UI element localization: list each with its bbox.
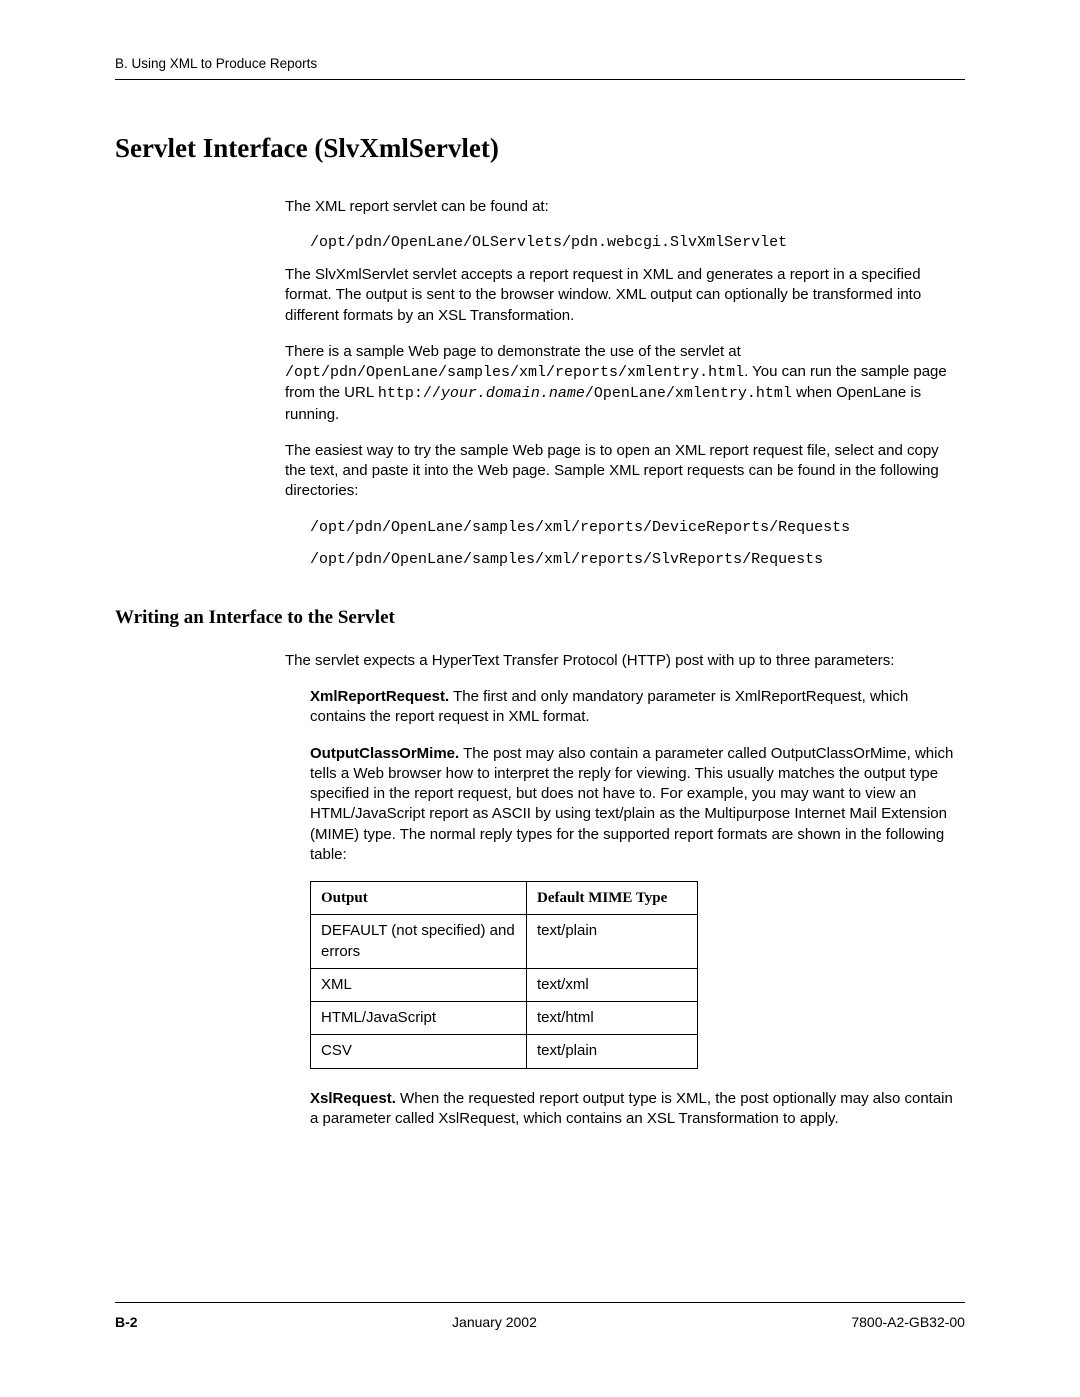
param-text: The post may also contain a parameter ca… (310, 745, 953, 863)
table-header-row: Output Default MIME Type (311, 882, 698, 915)
table-row: HTML/JavaScript text/html (311, 1002, 698, 1035)
param-xslrequest: XslRequest. When the requested report ou… (310, 1089, 960, 1130)
subsection-intro: The servlet expects a HyperText Transfer… (285, 651, 960, 671)
mime-type-table: Output Default MIME Type DEFAULT (not sp… (310, 881, 698, 1069)
sample-page-paragraph: There is a sample Web page to demonstrat… (285, 342, 960, 425)
param-outputclassormime: OutputClassOrMime. The post may also con… (310, 744, 960, 866)
param-name: OutputClassOrMime. (310, 745, 459, 762)
table-cell: text/xml (527, 968, 698, 1001)
directories-paragraph: The easiest way to try the sample Web pa… (285, 441, 960, 502)
description-paragraph: The SlvXmlServlet servlet accepts a repo… (285, 265, 960, 326)
subsection-title: Writing an Interface to the Servlet (115, 605, 965, 631)
url-domain-placeholder: your.domain.name (441, 385, 585, 402)
param-name: XslRequest. (310, 1090, 396, 1107)
table-row: CSV text/plain (311, 1035, 698, 1068)
url-scheme: http:// (378, 385, 441, 402)
param-xmlreportrequest: XmlReportRequest. The first and only man… (310, 687, 960, 728)
section-title: Servlet Interface (SlvXmlServlet) (115, 130, 965, 166)
running-header: B. Using XML to Produce Reports (115, 55, 965, 73)
sample-path: /opt/pdn/OpenLane/samples/xml/reports/xm… (285, 364, 744, 381)
table-row: XML text/xml (311, 968, 698, 1001)
device-reports-path: /opt/pdn/OpenLane/samples/xml/reports/De… (310, 518, 960, 538)
page-footer: B-2 January 2002 7800-A2-GB32-00 (115, 1302, 965, 1332)
table-cell: text/plain (527, 915, 698, 969)
table-cell: CSV (311, 1035, 527, 1068)
footer-rule (115, 1302, 965, 1303)
table-cell: DEFAULT (not specified) and errors (311, 915, 527, 969)
param-name: XmlReportRequest. (310, 688, 449, 705)
slv-reports-path: /opt/pdn/OpenLane/samples/xml/reports/Sl… (310, 550, 960, 570)
intro-paragraph: The XML report servlet can be found at: (285, 197, 960, 217)
table-header: Default MIME Type (527, 882, 698, 915)
text-fragment: There is a sample Web page to demonstrat… (285, 343, 741, 360)
table-cell: text/plain (527, 1035, 698, 1068)
document-number: 7800-A2-GB32-00 (851, 1313, 965, 1332)
header-rule (115, 79, 965, 80)
table-cell: XML (311, 968, 527, 1001)
table-row: DEFAULT (not specified) and errors text/… (311, 915, 698, 969)
table-header: Output (311, 882, 527, 915)
page-number: B-2 (115, 1313, 138, 1332)
servlet-path: /opt/pdn/OpenLane/OLServlets/pdn.webcgi.… (310, 233, 960, 253)
table-cell: HTML/JavaScript (311, 1002, 527, 1035)
footer-date: January 2002 (452, 1313, 537, 1332)
param-text: When the requested report output type is… (310, 1090, 953, 1127)
url-path: /OpenLane/xmlentry.html (585, 385, 792, 402)
table-cell: text/html (527, 1002, 698, 1035)
